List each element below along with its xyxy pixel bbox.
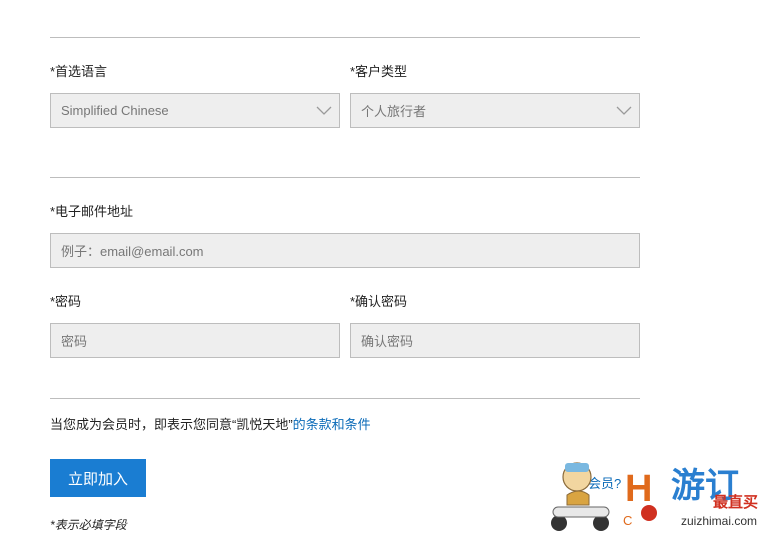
customer-type-select-value: 个人旅行者	[361, 104, 427, 119]
svg-text:H: H	[625, 468, 652, 510]
password-field[interactable]: 密码	[50, 323, 340, 358]
confirm-password-placeholder: 确认密码	[361, 334, 414, 349]
language-label: *首选语言	[50, 64, 108, 79]
join-now-button[interactable]: 立即加入	[50, 459, 146, 497]
watermark-logo: H 游订 最直买 C zuizhimai.com	[551, 462, 758, 531]
svg-text:最直买: 最直买	[713, 493, 758, 511]
chevron-down-icon	[309, 93, 339, 128]
password-label: *密码	[50, 294, 82, 309]
email-placeholder: 例子：email@email.com	[61, 244, 204, 259]
language-select-value: Simplified Chinese	[61, 103, 169, 118]
email-field[interactable]: 例子：email@email.com	[50, 233, 640, 268]
terms-text: 当您成为会员时，即表示您同意“凯悦天地”的条款和条件	[50, 414, 371, 433]
terms-prefix: 当您成为会员时，即表示您同意“凯悦天地”	[50, 417, 293, 432]
middle-divider	[50, 177, 640, 178]
svg-text:C: C	[623, 513, 632, 528]
top-divider	[50, 37, 640, 38]
language-select[interactable]: Simplified Chinese	[50, 93, 340, 128]
terms-link[interactable]: 的条款和条件	[293, 417, 371, 432]
confirm-password-field[interactable]: 确认密码	[350, 323, 640, 358]
svg-text:zuizhimai.com: zuizhimai.com	[681, 514, 757, 528]
password-placeholder: 密码	[61, 334, 88, 349]
email-label: *电子邮件地址	[50, 204, 134, 219]
customer-type-label: *客户类型	[350, 64, 408, 79]
customer-type-select[interactable]: 个人旅行者	[350, 93, 640, 128]
chevron-down-icon	[609, 93, 639, 128]
required-fields-note: *表示必填字段	[50, 518, 127, 532]
confirm-password-label: *确认密码	[350, 294, 408, 309]
bottom-divider	[50, 398, 640, 399]
